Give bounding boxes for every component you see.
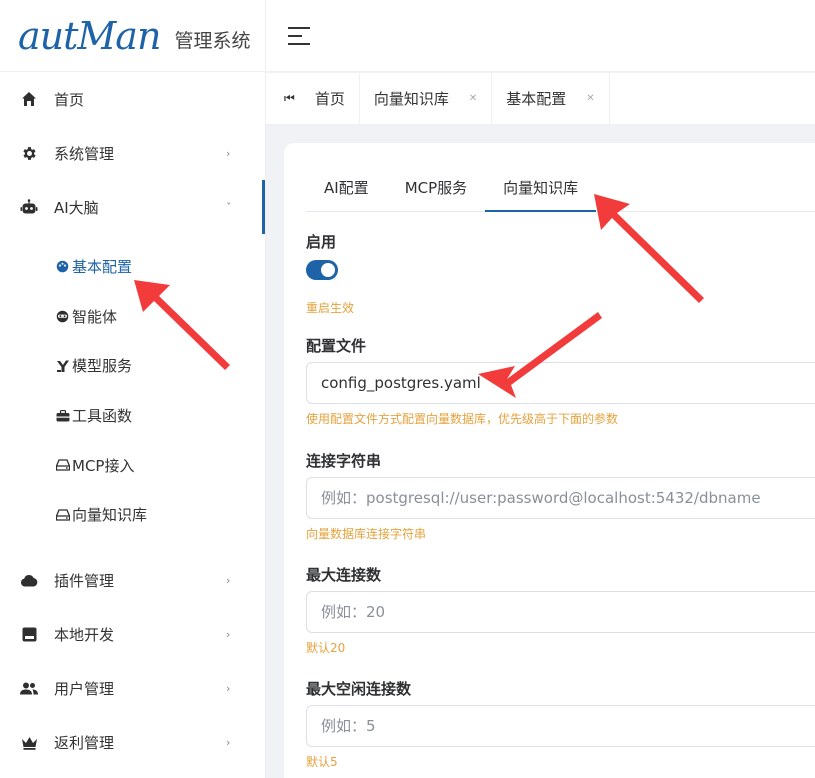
chevron-right-icon: ›: [226, 574, 231, 588]
tag-label: 首页: [314, 90, 345, 108]
chevron-right-icon: ›: [226, 146, 231, 160]
sidebar-item-label: 本地开发: [54, 626, 115, 645]
close-icon[interactable]: ✕: [469, 93, 477, 104]
field-label: 最大空闲连接数: [306, 680, 412, 698]
field-hint: 默认20: [306, 641, 346, 655]
max-conn-input[interactable]: [306, 591, 815, 633]
users-icon: [20, 680, 38, 698]
field-label: 连接字符串: [306, 452, 382, 470]
home-icon: [20, 90, 38, 108]
sidebar-item-label: 返利管理: [54, 734, 115, 753]
mask-icon: [56, 309, 70, 323]
drive-icon: [56, 508, 70, 522]
field-config-file: 配置文件 使用配置文件方式配置向量数据库，优先级高于下面的参数: [306, 335, 815, 427]
max-idle-input[interactable]: [306, 705, 815, 747]
field-label: 最大连接数: [306, 566, 382, 584]
switch-knob: [321, 263, 335, 277]
chevron-right-icon: ›: [226, 736, 231, 750]
tab-vector-kb[interactable]: 向量知识库: [485, 165, 597, 212]
field-enable: 启用 重启生效: [306, 231, 354, 315]
submenu-item-vector-kb[interactable]: 向量知识库: [0, 490, 265, 540]
logo: autMan 管理系统: [0, 0, 265, 72]
sidebar-item-ai-brain[interactable]: AI大脑 ˇ: [0, 180, 265, 234]
crown-icon: [20, 734, 38, 752]
submenu-item-basic-config[interactable]: 基本配置: [0, 242, 265, 292]
sidebar-item-label: 首页: [54, 90, 85, 109]
logo-mark: autMan: [18, 13, 161, 58]
field-hint: 使用配置文件方式配置向量数据库，优先级高于下面的参数: [306, 412, 619, 426]
submenu-item-model-service[interactable]: 模型服务: [0, 341, 265, 391]
submenu-item-label: 模型服务: [72, 357, 133, 376]
logo-title: 管理系统: [174, 30, 251, 52]
tags-view: ⏮ 首页 向量知识库 ✕ 基本配置 ✕: [266, 72, 815, 125]
tab-mcp-service[interactable]: MCP服务: [387, 165, 485, 212]
tag-home[interactable]: 首页: [301, 72, 360, 125]
close-icon[interactable]: ✕: [586, 93, 594, 104]
field-conn-str: 连接字符串 向量数据库连接字符串: [306, 450, 815, 542]
submenu-item-tool-functions[interactable]: 工具函数: [0, 391, 265, 441]
tag-basic-config[interactable]: 基本配置 ✕: [492, 72, 610, 125]
main-card: AI配置 MCP服务 向量知识库 启用 重启生效 配置文件 使用配置文件方式配置…: [284, 143, 815, 778]
toolbox-icon: [56, 409, 70, 423]
sidebar-item-local-dev[interactable]: 本地开发 ›: [0, 608, 265, 662]
field-label: 配置文件: [306, 337, 367, 355]
submenu-item-label: 工具函数: [72, 407, 133, 426]
submenu-item-label: MCP接入: [72, 456, 135, 475]
sidebar-item-label: 系统管理: [54, 144, 115, 163]
tag-label: 基本配置: [506, 90, 567, 108]
field-hint: 重启生效: [306, 301, 355, 315]
top-header: [266, 0, 815, 72]
field-max-idle: 最大空闲连接数 默认5: [306, 678, 815, 770]
field-max-conn: 最大连接数 默认20: [306, 564, 815, 656]
palette-icon: [56, 260, 70, 274]
sidebar-item-home[interactable]: 首页: [0, 72, 265, 126]
enable-switch[interactable]: [306, 260, 338, 280]
chevron-right-icon: ›: [226, 628, 231, 642]
conn-str-input[interactable]: [306, 477, 815, 519]
config-tabs: AI配置 MCP服务 向量知识库: [306, 165, 815, 212]
sidebar-item-label: AI大脑: [54, 198, 99, 217]
app-root: autMan 管理系统 首页 系统管理 › AI大脑 ˇ 基本配置 智能体 模型…: [0, 0, 815, 778]
field-hint: 向量数据库连接字符串: [306, 527, 427, 541]
submenu-item-label: 智能体: [72, 307, 118, 326]
tag-vector-kb[interactable]: 向量知识库 ✕: [360, 72, 493, 125]
submenu-item-mcp[interactable]: MCP接入: [0, 440, 265, 490]
disk-icon: [20, 626, 38, 644]
config-file-input[interactable]: [306, 362, 815, 404]
submenu-item-agent[interactable]: 智能体: [0, 292, 265, 342]
tab-ai-config[interactable]: AI配置: [306, 165, 387, 212]
sidebar-item-users[interactable]: 用户管理 ›: [0, 662, 265, 716]
sidebar-item-label: 插件管理: [54, 572, 115, 591]
drive-icon: [56, 458, 70, 472]
menu-toggle-icon[interactable]: [288, 26, 310, 45]
tools-icon: [56, 359, 70, 373]
ai-submenu: 基本配置 智能体 模型服务 工具函数 MCP接入 向量知识库: [0, 234, 265, 554]
field-label: 启用: [306, 233, 337, 251]
field-hint: 默认5: [306, 755, 338, 769]
sidebar-item-system[interactable]: 系统管理 ›: [0, 126, 265, 180]
sidebar-item-plugins[interactable]: 插件管理 ›: [0, 554, 265, 608]
submenu-item-label: 向量知识库: [72, 506, 148, 525]
chevron-right-icon: ›: [226, 682, 231, 696]
submenu-item-label: 基本配置: [72, 258, 133, 277]
cloud-icon: [20, 572, 38, 590]
sidebar: autMan 管理系统 首页 系统管理 › AI大脑 ˇ 基本配置 智能体 模型…: [0, 0, 266, 778]
tag-label: 向量知识库: [373, 90, 449, 108]
first-page-icon[interactable]: ⏮: [284, 91, 295, 106]
sidebar-item-label: 用户管理: [54, 680, 115, 699]
sidebar-item-rebate[interactable]: 返利管理 ›: [0, 716, 265, 770]
robot-icon: [20, 198, 38, 216]
gear-icon: [20, 144, 38, 162]
chevron-down-icon: ˇ: [226, 200, 232, 214]
